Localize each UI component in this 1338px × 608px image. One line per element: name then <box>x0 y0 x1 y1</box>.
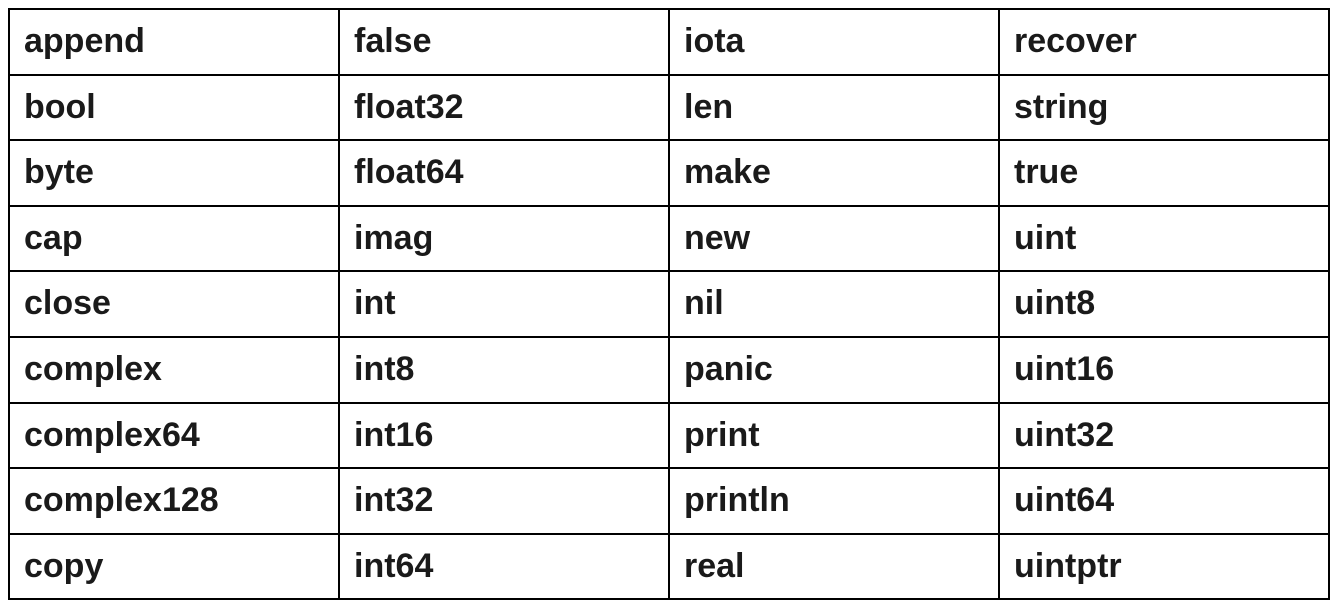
table-cell: bool <box>9 75 339 141</box>
table-cell: complex64 <box>9 403 339 469</box>
table-row: byte float64 make true <box>9 140 1329 206</box>
table-cell: int <box>339 271 669 337</box>
table-row: complex int8 panic uint16 <box>9 337 1329 403</box>
table-cell: byte <box>9 140 339 206</box>
table-cell: int16 <box>339 403 669 469</box>
table-cell: print <box>669 403 999 469</box>
table-cell: recover <box>999 9 1329 75</box>
table-cell: uint <box>999 206 1329 272</box>
table-cell: string <box>999 75 1329 141</box>
table-cell: float64 <box>339 140 669 206</box>
table-cell: float32 <box>339 75 669 141</box>
table-cell: complex128 <box>9 468 339 534</box>
table-cell: cap <box>9 206 339 272</box>
table-cell: new <box>669 206 999 272</box>
table-cell: true <box>999 140 1329 206</box>
identifiers-table: append false iota recover bool float32 l… <box>8 8 1330 600</box>
table-cell: imag <box>339 206 669 272</box>
table-cell: println <box>669 468 999 534</box>
table-row: append false iota recover <box>9 9 1329 75</box>
table-cell: close <box>9 271 339 337</box>
table-cell: uint64 <box>999 468 1329 534</box>
table-cell: int32 <box>339 468 669 534</box>
table-cell: panic <box>669 337 999 403</box>
table-cell: append <box>9 9 339 75</box>
table-cell: nil <box>669 271 999 337</box>
table-row: close int nil uint8 <box>9 271 1329 337</box>
table-cell: make <box>669 140 999 206</box>
table-row: complex128 int32 println uint64 <box>9 468 1329 534</box>
table-row: cap imag new uint <box>9 206 1329 272</box>
table-row: complex64 int16 print uint32 <box>9 403 1329 469</box>
table-cell: uint16 <box>999 337 1329 403</box>
table-cell: int8 <box>339 337 669 403</box>
table-cell: iota <box>669 9 999 75</box>
table-cell: complex <box>9 337 339 403</box>
table-cell: false <box>339 9 669 75</box>
table-cell: uint8 <box>999 271 1329 337</box>
table-row: bool float32 len string <box>9 75 1329 141</box>
table-cell: uint32 <box>999 403 1329 469</box>
table-cell: len <box>669 75 999 141</box>
